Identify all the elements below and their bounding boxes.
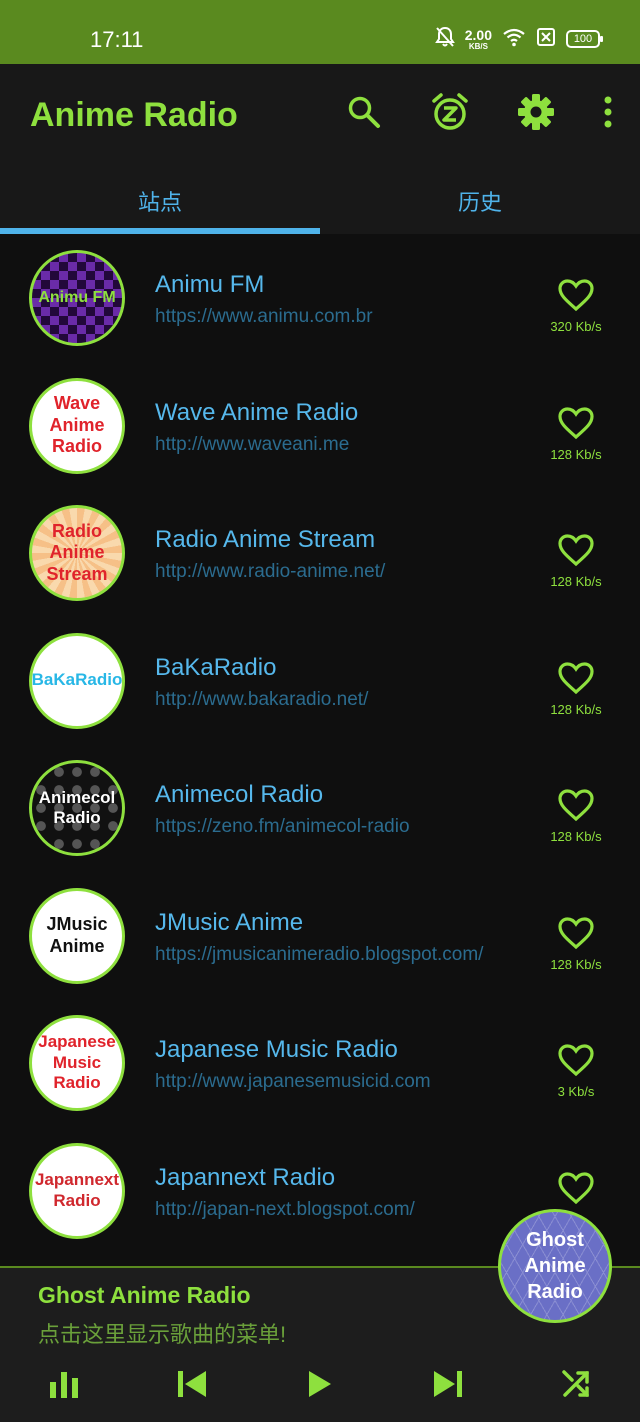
network-speed: 2.00 KB/S — [464, 26, 492, 51]
status-icons: 2.00 KB/S 100 — [434, 24, 603, 54]
station-logo: Japannext Radio — [29, 1142, 125, 1239]
station-logo: BaKaRadio — [29, 632, 125, 729]
settings-icon — [517, 93, 555, 136]
heart-outline-icon — [557, 278, 595, 317]
settings-button[interactable] — [512, 90, 560, 138]
station-logo: Animu FM — [29, 250, 125, 346]
favorite-button[interactable]: 128 Kb/s — [536, 788, 616, 844]
heart-outline-icon — [557, 1171, 595, 1210]
station-name: Japannext Radio — [155, 1163, 336, 1191]
heart-outline-icon — [557, 533, 595, 572]
station-logo: Animecol Radio — [29, 760, 125, 856]
bitrate-label: 320 Kb/s — [550, 319, 602, 334]
station-row[interactable]: Wave Anime Radio Wave Anime Radio http:/… — [0, 362, 640, 490]
station-list: Animu FM Animu FM https://www.animu.com.… — [0, 234, 640, 1266]
station-name: Radio Anime Stream — [155, 526, 376, 553]
skip-next-button[interactable] — [426, 1364, 470, 1408]
station-logo: Japanese Music Radio — [29, 1015, 125, 1111]
station-url: http://japan-next.blogspot.com/ — [155, 1198, 415, 1220]
favorite-button[interactable]: 128 Kb/s — [536, 916, 616, 972]
station-row[interactable]: Radio Anime Stream Radio Anime Stream ht… — [0, 489, 640, 617]
station-row[interactable]: Animecol Radio Animecol Radio https://ze… — [0, 744, 640, 872]
search-icon — [347, 95, 381, 134]
equalizer-icon — [49, 1370, 79, 1403]
tab-history[interactable]: 历史 — [320, 168, 640, 234]
favorite-button[interactable]: 128 Kb/s — [536, 661, 616, 717]
search-button[interactable] — [340, 90, 388, 138]
skip-next-icon — [433, 1370, 463, 1403]
station-url: http://www.radio-anime.net/ — [155, 561, 386, 582]
heart-outline-icon — [557, 1043, 595, 1082]
bitrate-label: 128 Kb/s — [550, 956, 602, 972]
heart-outline-icon — [557, 406, 595, 445]
favorite-button[interactable]: 320 Kb/s — [536, 278, 616, 334]
play-icon — [307, 1370, 333, 1403]
play-button[interactable] — [298, 1364, 342, 1408]
bitrate-label: 128 Kb/s — [550, 574, 602, 589]
now-playing-subtitle[interactable]: 点击这里显示歌曲的菜单! — [38, 1317, 286, 1349]
station-name: BaKaRadio — [155, 653, 277, 681]
app-bar: Anime Radio — [0, 64, 640, 168]
station-row[interactable]: BaKaRadio BaKaRadio http://www.bakaradio… — [0, 617, 640, 745]
skip-previous-button[interactable] — [170, 1364, 214, 1408]
station-name: Japanese Music Radio — [155, 1036, 398, 1063]
bitrate-label: 3 Kb/s — [557, 1084, 595, 1099]
status-time: 17:11 — [90, 27, 144, 52]
station-url: https://www.animu.com.br — [155, 306, 373, 327]
tab-bar: 站点 历史 — [0, 168, 640, 234]
sleep-timer-button[interactable] — [426, 90, 474, 138]
station-logo: Radio Anime Stream — [29, 505, 125, 601]
station-row[interactable]: Animu FM Animu FM https://www.animu.com.… — [0, 234, 640, 362]
station-name: Animu FM — [155, 271, 265, 298]
sleep-timer-icon — [430, 92, 470, 137]
heart-outline-icon — [557, 661, 595, 700]
heart-outline-icon — [557, 788, 595, 827]
bitrate-label: 128 Kb/s — [550, 701, 602, 717]
station-url: https://jmusicanimeradio.blogspot.com/ — [155, 943, 484, 965]
bitrate-label: 128 Kb/s — [550, 446, 602, 462]
favorite-button[interactable] — [536, 1171, 616, 1212]
sim-blocked-icon — [536, 27, 556, 52]
heart-outline-icon — [557, 916, 595, 955]
favorite-button[interactable]: 3 Kb/s — [536, 1043, 616, 1099]
station-logo: Wave Anime Radio — [29, 377, 125, 474]
shuffle-icon — [561, 1369, 591, 1404]
station-name: Animecol Radio — [155, 781, 324, 808]
shuffle-button[interactable] — [554, 1364, 598, 1408]
equalizer-button[interactable] — [42, 1364, 86, 1408]
now-playing-artwork[interactable]: Ghost Anime Radio — [498, 1209, 612, 1323]
tab-stations[interactable]: 站点 — [0, 168, 320, 234]
more-vert-icon — [603, 96, 613, 133]
favorite-button[interactable]: 128 Kb/s — [536, 533, 616, 589]
station-url: http://www.waveani.me — [155, 433, 350, 455]
wifi-icon — [502, 27, 526, 52]
playback-controls — [0, 1364, 640, 1408]
app-title: Anime Radio — [30, 96, 238, 134]
station-url: https://zeno.fm/animecol-radio — [155, 816, 410, 837]
status-bar: 17:11 2.00 KB/S 100 — [0, 0, 640, 64]
more-options-button[interactable] — [598, 90, 618, 138]
station-name: Wave Anime Radio — [155, 398, 359, 426]
notifications-off-icon — [434, 26, 455, 53]
station-name: JMusic Anime — [155, 908, 304, 936]
station-url: http://www.bakaradio.net/ — [155, 688, 369, 710]
bitrate-label: 128 Kb/s — [550, 829, 602, 844]
favorite-button[interactable]: 128 Kb/s — [536, 406, 616, 462]
app-actions — [340, 90, 618, 138]
battery-indicator: 100 — [566, 30, 603, 48]
station-row[interactable]: Japanese Music Radio Japanese Music Radi… — [0, 999, 640, 1127]
artwork-label: Ghost Anime Radio — [524, 1229, 586, 1303]
now-playing-title: Ghost Anime Radio — [38, 1282, 251, 1308]
station-logo: JMusic Anime — [29, 887, 125, 984]
station-row[interactable]: JMusic Anime JMusic Anime https://jmusic… — [0, 872, 640, 1000]
skip-previous-icon — [177, 1370, 207, 1403]
station-url: http://www.japanesemusicid.com — [155, 1071, 431, 1092]
